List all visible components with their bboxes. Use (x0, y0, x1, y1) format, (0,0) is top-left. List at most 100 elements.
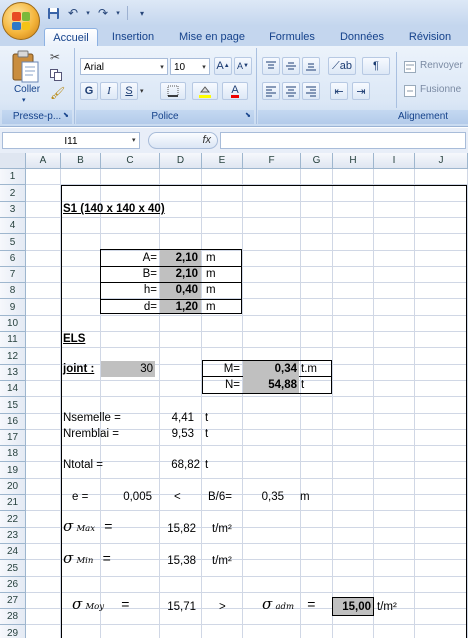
m-value[interactable]: 0,34 (243, 362, 297, 377)
grow-font-icon[interactable]: A ▲ (214, 57, 232, 75)
ntotal-label[interactable]: Ntotal = (63, 458, 103, 473)
decrease-indent-icon[interactable]: ⇤ (330, 82, 348, 100)
wrap-text-icon[interactable] (404, 60, 418, 73)
section-title[interactable]: S1 (140 x 140 x 40) (63, 202, 165, 217)
bold-button[interactable]: G (80, 82, 98, 100)
tab-insertion[interactable]: Insertion (104, 28, 162, 46)
name-box-dropdown-icon[interactable]: ▾ (132, 136, 136, 144)
b6-label[interactable]: B/6= (208, 490, 232, 505)
column-header-b[interactable]: B (61, 153, 101, 169)
row-header-25[interactable]: 25 (0, 560, 26, 577)
nsemelle-value[interactable]: 4,41 (160, 411, 194, 426)
cut-icon[interactable]: ✂ (50, 50, 60, 64)
row-header-3[interactable]: 3 (0, 202, 26, 218)
row-header-18[interactable]: 18 (0, 446, 26, 462)
row-header-7[interactable]: 7 (0, 267, 26, 283)
customize-icon[interactable]: ▾ (133, 4, 151, 22)
orientation-icon[interactable]: ⟋ab (328, 57, 356, 75)
sigma-adm-value[interactable]: 15,00 (333, 600, 371, 615)
save-icon[interactable] (44, 4, 62, 22)
tab-accueil[interactable]: Accueil (44, 28, 98, 47)
font-size-dropdown-icon[interactable]: ▾ (199, 59, 209, 74)
column-header-g[interactable]: G (301, 153, 333, 169)
formula-input[interactable] (220, 132, 466, 149)
align-middle-icon[interactable] (282, 57, 300, 75)
n-value[interactable]: 54,88 (243, 378, 297, 393)
row-header-21[interactable]: 21 (0, 495, 26, 511)
column-header-e[interactable]: E (202, 153, 243, 169)
sigma-max-label[interactable]: σ Max = (63, 519, 112, 537)
nremblai-label[interactable]: Nremblai = (63, 427, 119, 442)
column-header-a[interactable]: A (26, 153, 61, 169)
rtl-icon[interactable]: ¶ (362, 57, 390, 75)
row-header-20[interactable]: 20 (0, 479, 26, 495)
insert-function-button[interactable]: fx (148, 132, 218, 149)
row-header-15[interactable]: 15 (0, 397, 26, 414)
tab-formules[interactable]: Formules (262, 28, 322, 46)
els-label[interactable]: ELS (63, 332, 85, 347)
paste-icon[interactable] (10, 50, 42, 83)
sigma-max-value[interactable]: 15,82 (160, 522, 196, 537)
tab-mise-en-page[interactable]: Mise en page (172, 28, 252, 46)
lt-sign[interactable]: < (174, 490, 181, 505)
column-header-j[interactable]: J (415, 153, 468, 169)
row-header-12[interactable]: 12 (0, 348, 26, 365)
row-header-28[interactable]: 28 (0, 609, 26, 625)
row-header-14[interactable]: 14 (0, 381, 26, 397)
column-header-h[interactable]: H (333, 153, 374, 169)
undo-dropdown-icon[interactable]: ▾ (84, 4, 92, 22)
row-header-22[interactable]: 22 (0, 511, 26, 528)
ntotal-value[interactable]: 68,82 (160, 458, 200, 473)
name-box[interactable]: I11 (2, 132, 140, 149)
align-center-icon[interactable] (282, 82, 300, 100)
dim-value[interactable]: 2,10 (160, 267, 198, 282)
column-header-f[interactable]: F (243, 153, 301, 169)
column-header-i[interactable]: I (374, 153, 415, 169)
font-launcher-icon[interactable]: ⬊ (245, 111, 251, 119)
joint-value[interactable]: 30 (101, 362, 153, 377)
merge-cells-icon[interactable] (404, 84, 418, 97)
nremblai-value[interactable]: 9,53 (160, 427, 194, 442)
row-header-2[interactable]: 2 (0, 185, 26, 202)
row-header-11[interactable]: 11 (0, 332, 26, 348)
sigma-moy-value[interactable]: 15,71 (160, 600, 196, 615)
italic-button[interactable]: I (100, 82, 118, 100)
e-value[interactable]: 0,005 (110, 490, 152, 505)
row-header-9[interactable]: 9 (0, 299, 26, 316)
row-header-8[interactable]: 8 (0, 283, 26, 299)
wrap-text-button[interactable]: Renvoyer (420, 60, 463, 71)
align-bottom-icon[interactable] (302, 57, 320, 75)
fill-color-icon[interactable] (192, 82, 218, 100)
underline-dropdown-icon[interactable]: ▾ (140, 87, 144, 95)
tab-donnees[interactable]: Données (333, 28, 391, 46)
redo-icon[interactable]: ↷ (94, 4, 112, 22)
office-button[interactable] (2, 2, 40, 40)
borders-icon[interactable] (160, 82, 186, 100)
joint-label[interactable]: joint : (63, 362, 94, 377)
dim-value[interactable]: 0,40 (160, 283, 198, 298)
paste-dropdown-icon[interactable]: ▾ (22, 96, 26, 104)
increase-indent-icon[interactable]: ⇥ (352, 82, 370, 100)
row-header-23[interactable]: 23 (0, 528, 26, 544)
format-painter-icon[interactable]: 🖌 (50, 86, 65, 100)
undo-icon[interactable]: ↶ (64, 4, 82, 22)
row-header-17[interactable]: 17 (0, 430, 26, 446)
b6-value[interactable]: 0,35 (252, 490, 284, 505)
align-right-icon[interactable] (302, 82, 320, 100)
row-header-29[interactable]: 29 (0, 625, 26, 638)
gt-sign[interactable]: > (219, 600, 226, 615)
column-header-d[interactable]: D (160, 153, 202, 169)
row-header-1[interactable]: 1 (0, 169, 26, 185)
column-header-c[interactable]: C (101, 153, 160, 169)
font-color-icon[interactable]: A (222, 82, 248, 100)
merge-cells-button[interactable]: Fusionne (420, 84, 461, 95)
sigma-min-value[interactable]: 15,38 (160, 554, 196, 569)
row-header-19[interactable]: 19 (0, 462, 26, 479)
row-header-27[interactable]: 27 (0, 593, 26, 609)
redo-dropdown-icon[interactable]: ▾ (114, 4, 122, 22)
font-size-combo[interactable]: 10 ▾ (170, 58, 210, 75)
e-label[interactable]: e = (72, 490, 88, 505)
underline-button[interactable]: S (120, 82, 138, 100)
nsemelle-label[interactable]: Nsemelle = (63, 411, 121, 426)
align-top-icon[interactable] (262, 57, 280, 75)
